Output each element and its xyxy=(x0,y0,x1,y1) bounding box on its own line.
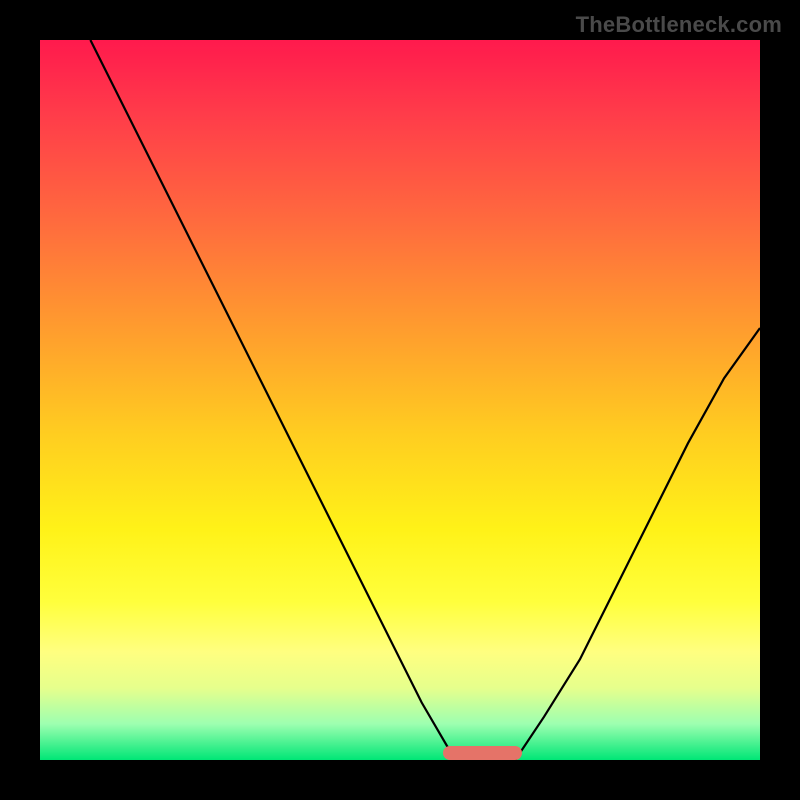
plot-area xyxy=(40,40,760,760)
curve-right xyxy=(515,328,760,760)
flat-zone-marker xyxy=(443,746,522,760)
curves-svg xyxy=(40,40,760,760)
watermark-text: TheBottleneck.com xyxy=(576,12,782,38)
chart-frame: TheBottleneck.com xyxy=(0,0,800,800)
curve-left xyxy=(90,40,457,760)
